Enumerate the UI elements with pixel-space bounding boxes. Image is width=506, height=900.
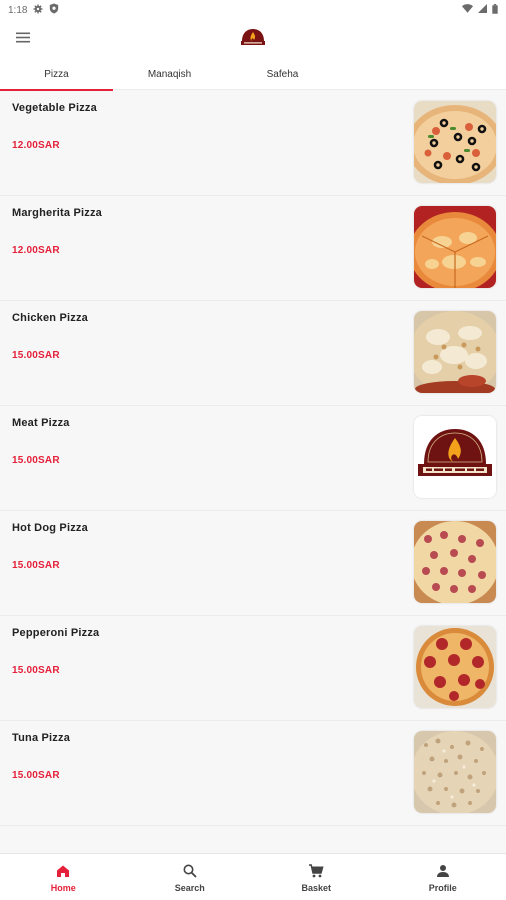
shield-icon bbox=[49, 3, 59, 17]
margherita-pizza-image bbox=[414, 206, 496, 288]
bottom-navigation: Home Search Basket Profile bbox=[0, 853, 506, 900]
vegetable-pizza-image bbox=[414, 101, 496, 183]
product-price: 15.00SAR bbox=[12, 770, 60, 781]
status-time: 1:18 bbox=[8, 4, 28, 16]
list-item[interactable]: Vegetable Pizza 12.00SAR bbox=[0, 91, 506, 196]
nav-basket[interactable]: Basket bbox=[253, 854, 380, 900]
list-item[interactable]: Hot Dog Pizza 15.00SAR bbox=[0, 511, 506, 616]
nav-label: Home bbox=[50, 882, 76, 893]
nav-label: Profile bbox=[428, 882, 457, 893]
tuna-pizza-image bbox=[414, 731, 496, 813]
tab-label: Safeha bbox=[266, 68, 299, 80]
list-item[interactable]: Pepperoni Pizza 15.00SAR bbox=[0, 616, 506, 721]
product-name: Chicken Pizza bbox=[12, 312, 88, 324]
tab-label: Pizza bbox=[44, 68, 69, 80]
list-item[interactable]: Meat Pizza 15.00SAR bbox=[0, 406, 506, 511]
product-name: Pepperoni Pizza bbox=[12, 627, 100, 639]
product-price: 12.00SAR bbox=[12, 140, 60, 151]
nav-profile[interactable]: Profile bbox=[380, 854, 506, 900]
app-bar bbox=[0, 20, 506, 58]
nav-home[interactable]: Home bbox=[0, 854, 127, 900]
product-name: Hot Dog Pizza bbox=[12, 522, 88, 534]
product-price: 15.00SAR bbox=[12, 560, 60, 571]
signal-icon bbox=[478, 4, 487, 16]
product-price: 15.00SAR bbox=[12, 455, 60, 466]
battery-icon bbox=[492, 3, 498, 17]
menu-button[interactable] bbox=[12, 29, 34, 49]
product-price: 15.00SAR bbox=[12, 665, 60, 676]
app-screen: 1:18 Pizza Manaqish Safeha Vegetable Piz… bbox=[0, 0, 506, 900]
product-price: 15.00SAR bbox=[12, 350, 60, 361]
hot-dog-pizza-image bbox=[414, 521, 496, 603]
list-item[interactable]: Tuna Pizza 15.00SAR bbox=[0, 721, 506, 826]
restaurant-logo bbox=[240, 27, 266, 49]
status-bar: 1:18 bbox=[0, 0, 506, 20]
chicken-pizza-image bbox=[414, 311, 496, 393]
nav-search[interactable]: Search bbox=[127, 854, 254, 900]
gear-icon bbox=[33, 4, 43, 17]
tab-pizza[interactable]: Pizza bbox=[0, 58, 113, 91]
list-item[interactable]: Chicken Pizza 15.00SAR bbox=[0, 301, 506, 406]
nav-label: Basket bbox=[301, 882, 332, 893]
pepperoni-pizza-image bbox=[414, 626, 496, 708]
product-price: 12.00SAR bbox=[12, 245, 60, 256]
search-icon bbox=[182, 863, 198, 881]
product-name: Vegetable Pizza bbox=[12, 102, 97, 114]
home-icon bbox=[55, 863, 71, 881]
category-tabs: Pizza Manaqish Safeha bbox=[0, 58, 506, 91]
hamburger-menu-icon bbox=[16, 30, 30, 48]
tab-label: Manaqish bbox=[147, 68, 192, 80]
tab-safeha[interactable]: Safeha bbox=[226, 58, 339, 90]
list-item[interactable]: Margherita Pizza 12.00SAR bbox=[0, 196, 506, 301]
nav-label: Search bbox=[174, 882, 205, 893]
product-name: Margherita Pizza bbox=[12, 207, 103, 219]
restaurant-logo-image bbox=[414, 416, 496, 498]
product-name: Tuna Pizza bbox=[12, 732, 71, 744]
cart-icon bbox=[308, 863, 324, 881]
tab-manaqish[interactable]: Manaqish bbox=[113, 58, 226, 90]
person-icon bbox=[435, 863, 451, 881]
wifi-icon bbox=[462, 4, 473, 16]
product-name: Meat Pizza bbox=[12, 417, 70, 429]
product-list: Vegetable Pizza 12.00SAR Margherita Pizz… bbox=[0, 91, 506, 826]
